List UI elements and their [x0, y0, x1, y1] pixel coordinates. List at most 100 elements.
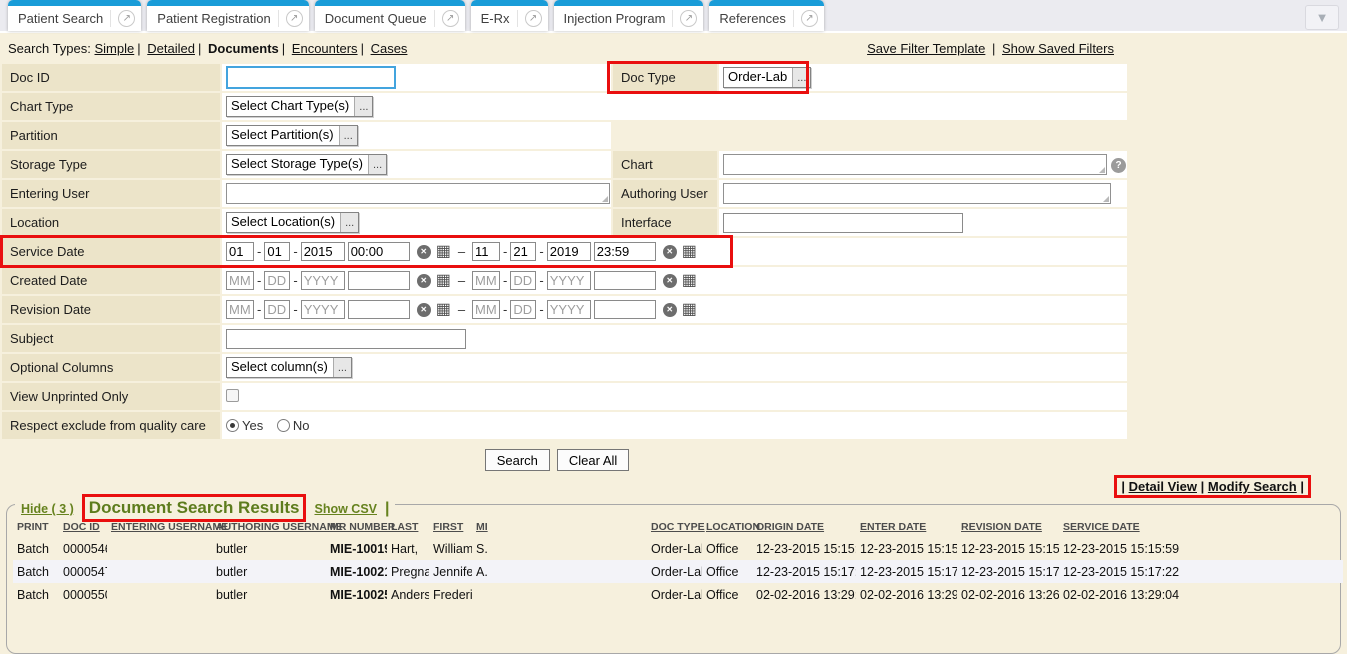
cell-enter-date: 12-23-2015 15:15:59 — [856, 537, 957, 560]
search-types-row: Search Types: Simple| Detailed| Document… — [0, 33, 1114, 62]
collapse-tabs-button[interactable]: ▼ — [1305, 5, 1339, 30]
created-date-from-time[interactable] — [348, 271, 410, 290]
service-date-to-time[interactable] — [594, 242, 656, 261]
external-link-icon[interactable]: ↗ — [442, 10, 459, 27]
calendar-icon[interactable]: ▦ — [682, 244, 697, 260]
service-date-to-year[interactable] — [547, 242, 591, 261]
column-header-revision-date[interactable]: REVISION DATE — [957, 517, 1059, 537]
tab-patient-registration[interactable]: Patient Registration ↗ — [147, 0, 308, 31]
clear-date-icon[interactable]: ✕ — [417, 274, 431, 288]
clear-all-button[interactable]: Clear All — [557, 449, 629, 471]
view-unprinted-checkbox[interactable] — [226, 389, 239, 402]
calendar-icon[interactable]: ▦ — [682, 302, 697, 318]
created-date-to-time[interactable] — [594, 271, 656, 290]
calendar-icon[interactable]: ▦ — [682, 273, 697, 289]
tab-injection-program[interactable]: Injection Program ↗ — [554, 0, 704, 31]
show-saved-filters-link[interactable]: Show Saved Filters — [1002, 41, 1114, 56]
service-date-to-month[interactable] — [472, 242, 500, 261]
column-header-origin-date[interactable]: ORIGIN DATE — [752, 517, 856, 537]
service-date-from-time[interactable] — [348, 242, 410, 261]
clear-date-icon[interactable]: ✕ — [663, 303, 677, 317]
quality-care-yes-radio[interactable] — [226, 419, 239, 432]
button-label: Select Chart Type(s) — [227, 97, 354, 116]
tab-patient-search[interactable]: Patient Search ↗ — [8, 0, 141, 31]
revision-date-to-day[interactable] — [510, 300, 536, 319]
column-header-location[interactable]: LOCATION — [702, 517, 752, 537]
show-csv-link[interactable]: Show CSV — [314, 502, 377, 516]
table-row[interactable]: Batch 0000546 butler MIE-10019 Hart, Wil… — [13, 537, 1343, 560]
save-filter-template-link[interactable]: Save Filter Template — [867, 41, 985, 56]
column-header-enter-date[interactable]: ENTER DATE — [856, 517, 957, 537]
hide-results-link[interactable]: Hide ( 3 ) — [21, 502, 74, 516]
tab-e-rx[interactable]: E-Rx ↗ — [471, 0, 548, 31]
revision-date-from-time[interactable] — [348, 300, 410, 319]
interface-input[interactable] — [723, 213, 963, 233]
separator: | — [198, 41, 201, 56]
tab-document-queue[interactable]: Document Queue ↗ — [315, 0, 465, 31]
down-arrow-icon: ▼ — [1316, 10, 1329, 25]
storage-type-select-button[interactable]: Select Storage Type(s)... — [226, 154, 387, 175]
revision-date-from-month[interactable] — [226, 300, 254, 319]
partition-select-button[interactable]: Select Partition(s)... — [226, 125, 358, 146]
calendar-icon[interactable]: ▦ — [436, 302, 451, 318]
results-legend: Hide ( 3 ) Document Search Results Show … — [15, 494, 395, 522]
external-link-icon[interactable]: ↗ — [286, 10, 303, 27]
clear-date-icon[interactable]: ✕ — [417, 303, 431, 317]
search-type-cases[interactable]: Cases — [371, 41, 408, 56]
external-link-icon[interactable]: ↗ — [680, 10, 697, 27]
chart-type-label: Chart Type — [2, 93, 220, 120]
chart-type-select-button[interactable]: Select Chart Type(s)... — [226, 96, 373, 117]
search-button[interactable]: Search — [485, 449, 550, 471]
created-date-from-year[interactable] — [301, 271, 345, 290]
column-header-doc-type[interactable]: DOC TYPE — [647, 517, 702, 537]
revision-date-from-year[interactable] — [301, 300, 345, 319]
revision-date-from-day[interactable] — [264, 300, 290, 319]
help-icon[interactable]: ? — [1111, 158, 1126, 173]
search-type-encounters[interactable]: Encounters — [292, 41, 358, 56]
doc-id-input[interactable] — [226, 66, 396, 89]
external-link-icon[interactable]: ↗ — [525, 10, 542, 27]
cell-service-date: 12-23-2015 15:15:59 — [1059, 537, 1343, 560]
service-date-from-month[interactable] — [226, 242, 254, 261]
created-date-to-year[interactable] — [547, 271, 591, 290]
separator: | — [385, 500, 389, 518]
ellipsis: ... — [340, 213, 358, 232]
optional-columns-select-button[interactable]: Select column(s)... — [226, 357, 352, 378]
search-type-detailed[interactable]: Detailed — [147, 41, 195, 56]
clear-date-icon[interactable]: ✕ — [663, 274, 677, 288]
revision-date-to-time[interactable] — [594, 300, 656, 319]
external-link-icon[interactable]: ↗ — [801, 10, 818, 27]
table-row[interactable]: Batch 0000547 butler MIE-10021 Pregnant,… — [13, 560, 1343, 583]
table-row[interactable]: Batch 0000550 butler MIE-10025 Anderson,… — [13, 583, 1343, 606]
service-date-from-day[interactable] — [264, 242, 290, 261]
created-date-to-day[interactable] — [510, 271, 536, 290]
quality-care-no-radio[interactable] — [277, 419, 290, 432]
created-date-label: Created Date — [2, 267, 220, 294]
created-date-from-day[interactable] — [264, 271, 290, 290]
empty-cell — [613, 122, 1127, 149]
column-header-mi[interactable]: MI — [472, 517, 647, 537]
doc-type-select-button[interactable]: Order-Lab... — [723, 67, 811, 88]
column-header-service-date[interactable]: SERVICE DATE — [1059, 517, 1343, 537]
clear-date-icon[interactable]: ✕ — [417, 245, 431, 259]
service-date-to-day[interactable] — [510, 242, 536, 261]
revision-date-to-year[interactable] — [547, 300, 591, 319]
created-date-to-month[interactable] — [472, 271, 500, 290]
created-date-from-month[interactable] — [226, 271, 254, 290]
detail-view-link[interactable]: Detail View — [1129, 479, 1197, 494]
entering-user-input[interactable] — [226, 183, 610, 204]
column-header-first[interactable]: FIRST — [429, 517, 472, 537]
chart-input[interactable] — [723, 154, 1107, 175]
authoring-user-input[interactable] — [723, 183, 1111, 204]
subject-input[interactable] — [226, 329, 466, 349]
clear-date-icon[interactable]: ✕ — [663, 245, 677, 259]
tab-references[interactable]: References ↗ — [709, 0, 823, 31]
calendar-icon[interactable]: ▦ — [436, 244, 451, 260]
search-type-simple[interactable]: Simple — [95, 41, 135, 56]
modify-search-link[interactable]: Modify Search — [1208, 479, 1297, 494]
calendar-icon[interactable]: ▦ — [436, 273, 451, 289]
location-select-button[interactable]: Select Location(s)... — [226, 212, 359, 233]
external-link-icon[interactable]: ↗ — [118, 10, 135, 27]
revision-date-to-month[interactable] — [472, 300, 500, 319]
service-date-from-year[interactable] — [301, 242, 345, 261]
